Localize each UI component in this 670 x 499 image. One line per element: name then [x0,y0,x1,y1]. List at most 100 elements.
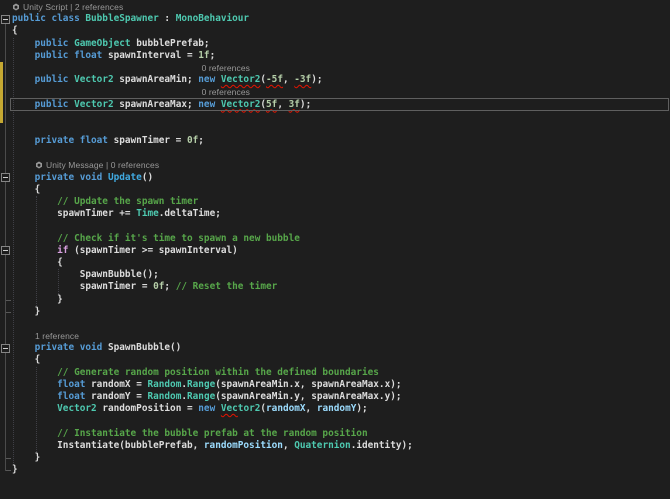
blank-line[interactable] [0,318,670,330]
code-line[interactable]: } [0,464,670,476]
code-token: spawnInterval = [102,49,199,61]
code-token: 1f [198,49,210,61]
codelens-line[interactable]: 0 references [0,86,670,98]
code-line[interactable]: Vector2 randomPosition = new Vector2(ran… [0,403,670,415]
fold-collapse-toggle[interactable] [1,343,10,353]
codelens-line[interactable]: Unity Message | 0 references [0,159,670,171]
code-token: { [12,25,18,37]
code-token: Vector2 [57,403,97,415]
code-token: BubbleSpawner [85,13,159,25]
code-token: ; [164,281,176,293]
blank-line[interactable] [0,123,670,135]
code-editor[interactable]: Unity Script | 2 references public class … [0,0,670,499]
code-token: float [57,391,86,402]
code-token: Instantiate(bubblePrefab, [12,439,204,451]
code-token: randomX = [85,378,148,390]
code-token: .deltaTime; [158,208,221,220]
code-line[interactable]: public class BubbleSpawner : MonoBehavio… [0,13,670,25]
code-token: Vector2 [74,74,114,86]
code-line[interactable]: } [0,294,670,306]
code-line[interactable]: { [0,25,670,37]
code-token: 3f [288,98,300,110]
code-token: ); [311,74,323,86]
blank-line[interactable] [0,415,670,427]
codelens-line[interactable]: Unity Script | 2 references [0,1,670,13]
code-token: // Instantiate the bubble prefab at the … [57,427,368,439]
codelens-line[interactable]: 1 reference [0,330,670,342]
code-token: Update [107,171,142,183]
code-line[interactable]: SpawnBubble(); [0,269,670,281]
code-line[interactable]: // Generate random position within the d… [0,367,670,379]
code-token: spawnTimer = [12,281,154,293]
references-link[interactable]: 2 references [75,2,123,12]
code-token: spawnAreaMax; [113,98,199,110]
code-token: randomY [316,403,357,415]
code-line[interactable]: // Instantiate the bubble prefab at the … [0,428,670,440]
code-line[interactable]: public GameObject bubblePrefab; [0,38,670,50]
code-token: // Update the spawn timer [57,196,199,207]
fold-collapse-toggle[interactable] [1,173,10,183]
code-token: GameObject [74,37,131,49]
code-token: 5f [266,98,278,110]
code-token: tor2 [237,403,261,415]
references-link[interactable]: 0 references [111,160,159,170]
code-line[interactable]: Instantiate(bubblePrefab, randomPosition… [0,440,670,452]
code-token: () [141,171,154,183]
code-line[interactable]: // Update the spawn timer [0,196,670,208]
blank-line[interactable] [0,147,670,159]
code-token: new [198,74,221,86]
references-link[interactable]: 0 references [202,87,250,97]
code-token: Vec [220,403,238,415]
references-link[interactable]: 1 reference [35,331,79,341]
codelens-line[interactable]: 0 references [0,62,670,74]
code-token: spawnTimer = [107,135,187,147]
code-token: Range [187,391,216,402]
code-token: float [57,378,86,390]
code-token: SpawnBubble() [107,342,182,354]
code-token: private float [34,135,108,147]
code-line[interactable]: private void SpawnBubble() [0,342,670,354]
code-line[interactable]: private float spawnTimer = 0f; [0,135,670,147]
code-token: randomY = [85,391,148,402]
code-line[interactable]: public Vector2 spawnAreaMin; new Vector2… [0,74,670,86]
code-line[interactable]: } [0,452,670,464]
code-line[interactable]: public float spawnInterval = 1f; [0,50,670,62]
code-lines-container: Unity Script | 2 references public class … [0,1,670,476]
code-token: private void [34,171,108,183]
blank-line[interactable] [0,220,670,232]
code-token: { [12,256,63,268]
code-token: } [12,305,41,317]
fold-collapse-toggle[interactable] [1,14,10,24]
code-line[interactable]: spawnTimer += Time.deltaTime; [0,208,670,220]
code-line[interactable]: if (spawnTimer >= spawnInterval) [0,245,670,257]
code-line[interactable]: float randomX = Random.Range(spawnAreaMi… [0,379,670,391]
code-line[interactable]: // Check if it's time to spawn a new bub… [0,233,670,245]
references-link[interactable]: 0 references [202,63,250,73]
code-token: Random [147,378,182,390]
code-token: bubblePrefab; [130,37,210,49]
code-line[interactable]: { [0,257,670,269]
fold-collapse-toggle[interactable] [1,246,10,256]
code-line[interactable]: { [0,354,670,366]
code-line[interactable]: public Vector2 spawnAreaMax; new Vector2… [0,97,670,111]
code-line[interactable]: { [0,184,670,196]
code-line[interactable]: private void Update() [0,172,670,184]
code-token: { [12,354,41,366]
code-line[interactable]: spawnTimer = 0f; // Reset the timer [0,281,670,293]
code-line[interactable]: float randomY = Random.Range(spawnAreaMi… [0,391,670,403]
code-token: , [282,74,295,86]
code-token: // Generate random position within the d… [57,366,379,378]
code-line[interactable]: } [0,306,670,318]
code-token: , [305,403,317,415]
blank-line[interactable] [0,111,670,123]
code-token: Time [136,208,159,220]
